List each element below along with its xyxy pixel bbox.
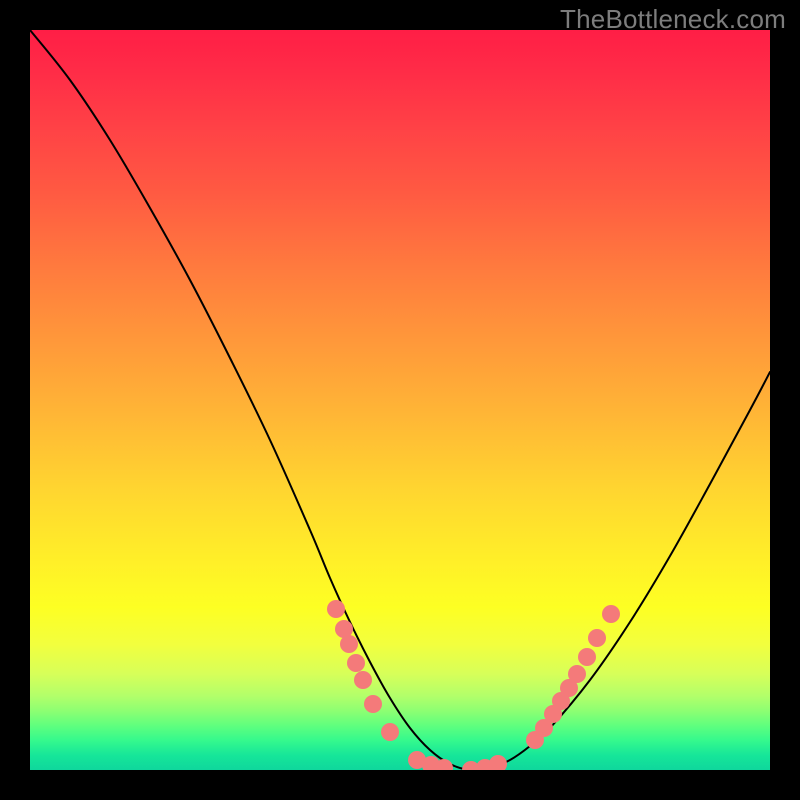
plot-area [30, 30, 770, 770]
data-marker [489, 755, 507, 770]
data-marker [340, 635, 358, 653]
data-marker [327, 600, 345, 618]
bottleneck-curve [30, 30, 770, 770]
data-marker [381, 723, 399, 741]
data-marker [364, 695, 382, 713]
data-marker [568, 665, 586, 683]
data-marker [602, 605, 620, 623]
data-marker [347, 654, 365, 672]
data-marker [354, 671, 372, 689]
data-marker [578, 648, 596, 666]
watermark-text: TheBottleneck.com [560, 4, 786, 35]
chart-frame: TheBottleneck.com [0, 0, 800, 800]
chart-svg [30, 30, 770, 770]
data-markers [327, 600, 620, 770]
data-marker [588, 629, 606, 647]
